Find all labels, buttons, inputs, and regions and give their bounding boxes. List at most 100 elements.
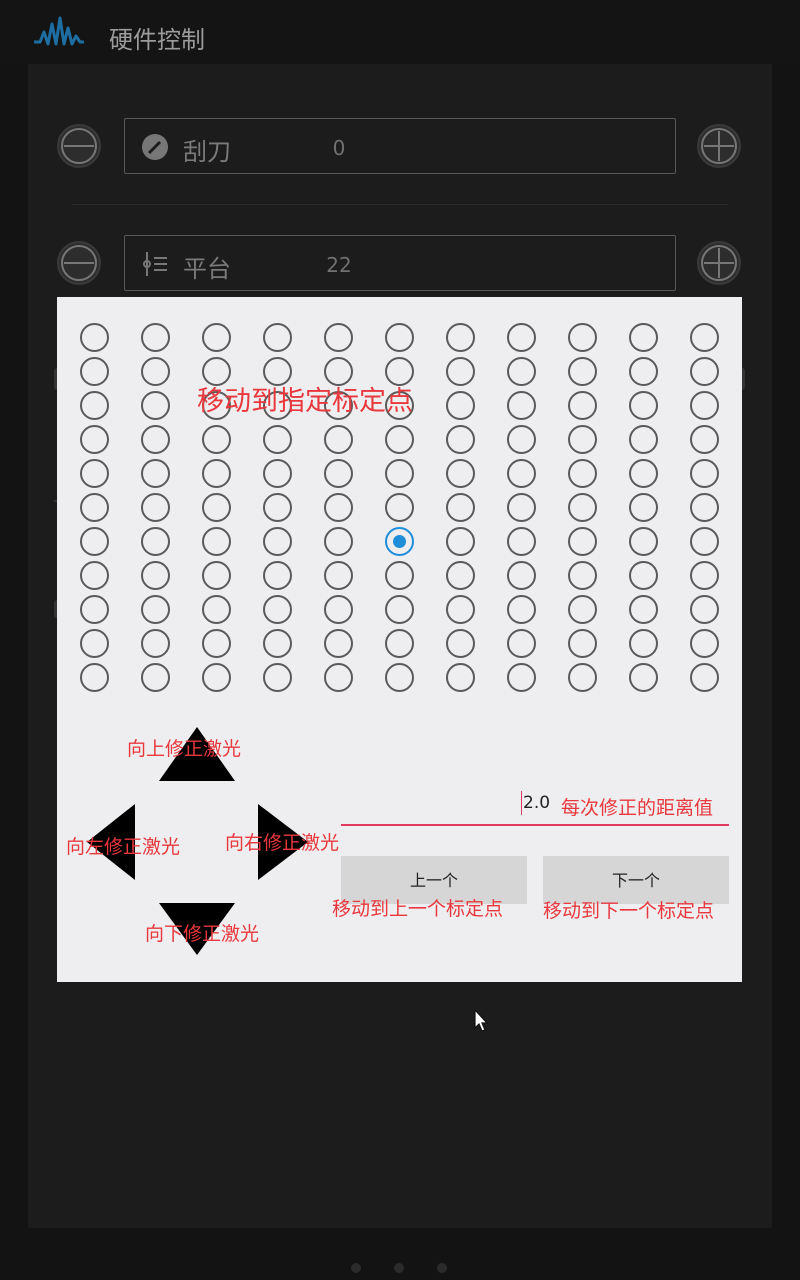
calibration-point-radio[interactable] xyxy=(80,493,109,522)
calibration-point-radio[interactable] xyxy=(80,527,109,556)
calibration-point-radio[interactable] xyxy=(629,595,658,624)
calibration-point-radio[interactable] xyxy=(385,663,414,692)
calibration-point-radio[interactable] xyxy=(202,561,231,590)
calibration-point-radio[interactable] xyxy=(202,493,231,522)
calibration-point-radio[interactable] xyxy=(80,629,109,658)
calibration-point-radio[interactable] xyxy=(263,527,292,556)
calibration-point-radio[interactable] xyxy=(324,527,353,556)
calibration-point-radio[interactable] xyxy=(385,493,414,522)
calibration-point-radio[interactable] xyxy=(202,425,231,454)
calibration-point-radio[interactable] xyxy=(507,629,536,658)
calibration-point-radio[interactable] xyxy=(263,629,292,658)
calibration-point-radio[interactable] xyxy=(202,527,231,556)
calibration-point-radio[interactable] xyxy=(263,595,292,624)
calibration-point-radio[interactable] xyxy=(385,323,414,352)
calibration-point-radio[interactable] xyxy=(629,391,658,420)
calibration-point-radio[interactable] xyxy=(80,391,109,420)
calibration-point-radio[interactable] xyxy=(568,425,597,454)
calibration-point-radio[interactable] xyxy=(202,323,231,352)
calibration-point-radio[interactable] xyxy=(141,323,170,352)
calibration-point-radio[interactable] xyxy=(690,425,719,454)
calibration-point-radio[interactable] xyxy=(385,425,414,454)
increase-platform-button[interactable] xyxy=(697,241,741,285)
calibration-point-radio[interactable] xyxy=(446,357,475,386)
calibration-point-radio[interactable] xyxy=(568,629,597,658)
calibration-point-radio[interactable] xyxy=(385,459,414,488)
calibration-point-radio[interactable] xyxy=(385,527,414,556)
calibration-point-radio[interactable] xyxy=(263,323,292,352)
calibration-point-radio[interactable] xyxy=(141,561,170,590)
calibration-point-radio[interactable] xyxy=(507,527,536,556)
calibration-point-radio[interactable] xyxy=(629,425,658,454)
calibration-point-radio[interactable] xyxy=(263,493,292,522)
calibration-point-radio[interactable] xyxy=(80,425,109,454)
calibration-point-radio[interactable] xyxy=(568,323,597,352)
calibration-point-radio[interactable] xyxy=(629,323,658,352)
calibration-point-radio[interactable] xyxy=(80,561,109,590)
calibration-point-radio[interactable] xyxy=(202,629,231,658)
calibration-point-radio[interactable] xyxy=(690,493,719,522)
calibration-point-radio[interactable] xyxy=(263,459,292,488)
calibration-point-radio[interactable] xyxy=(141,629,170,658)
calibration-point-radio[interactable] xyxy=(446,561,475,590)
calibration-point-radio[interactable] xyxy=(385,595,414,624)
calibration-point-radio[interactable] xyxy=(80,595,109,624)
calibration-point-radio[interactable] xyxy=(324,595,353,624)
calibration-point-radio[interactable] xyxy=(446,459,475,488)
calibration-point-radio[interactable] xyxy=(690,561,719,590)
increase-scraper-button[interactable] xyxy=(697,124,741,168)
calibration-point-radio[interactable] xyxy=(690,629,719,658)
calibration-point-radio[interactable] xyxy=(629,493,658,522)
calibration-point-radio[interactable] xyxy=(568,595,597,624)
calibration-point-radio[interactable] xyxy=(507,663,536,692)
calibration-point-radio[interactable] xyxy=(446,663,475,692)
calibration-point-radio[interactable] xyxy=(690,527,719,556)
calibration-point-radio[interactable] xyxy=(568,561,597,590)
calibration-point-radio[interactable] xyxy=(446,391,475,420)
calibration-point-radio[interactable] xyxy=(690,323,719,352)
calibration-point-radio[interactable] xyxy=(629,561,658,590)
calibration-point-radio[interactable] xyxy=(690,595,719,624)
calibration-point-radio[interactable] xyxy=(446,527,475,556)
calibration-point-radio[interactable] xyxy=(446,493,475,522)
calibration-point-radio[interactable] xyxy=(507,595,536,624)
calibration-point-radio[interactable] xyxy=(568,663,597,692)
calibration-point-radio[interactable] xyxy=(568,391,597,420)
calibration-point-radio[interactable] xyxy=(385,561,414,590)
calibration-point-radio[interactable] xyxy=(263,663,292,692)
calibration-point-radio[interactable] xyxy=(385,629,414,658)
calibration-point-radio[interactable] xyxy=(324,459,353,488)
calibration-point-radio[interactable] xyxy=(568,493,597,522)
calibration-point-radio[interactable] xyxy=(446,323,475,352)
calibration-point-radio[interactable] xyxy=(568,357,597,386)
calibration-point-radio[interactable] xyxy=(507,561,536,590)
calibration-point-radio[interactable] xyxy=(629,663,658,692)
calibration-point-radio[interactable] xyxy=(507,425,536,454)
calibration-point-radio[interactable] xyxy=(324,493,353,522)
calibration-point-radio[interactable] xyxy=(80,663,109,692)
calibration-point-radio[interactable] xyxy=(324,561,353,590)
calibration-point-radio[interactable] xyxy=(629,527,658,556)
calibration-point-radio[interactable] xyxy=(141,595,170,624)
calibration-point-radio[interactable] xyxy=(324,425,353,454)
calibration-point-radio[interactable] xyxy=(80,357,109,386)
calibration-point-radio[interactable] xyxy=(324,323,353,352)
calibration-point-radio[interactable] xyxy=(446,629,475,658)
calibration-point-radio[interactable] xyxy=(141,493,170,522)
calibration-point-radio[interactable] xyxy=(141,663,170,692)
calibration-point-radio[interactable] xyxy=(568,459,597,488)
calibration-point-radio[interactable] xyxy=(263,425,292,454)
calibration-point-radio[interactable] xyxy=(263,561,292,590)
calibration-point-radio[interactable] xyxy=(202,663,231,692)
calibration-point-radio[interactable] xyxy=(80,459,109,488)
calibration-point-radio[interactable] xyxy=(446,595,475,624)
calibration-point-radio[interactable] xyxy=(690,357,719,386)
scraper-field[interactable]: 刮刀 0 xyxy=(124,118,676,174)
calibration-point-radio[interactable] xyxy=(141,459,170,488)
calibration-point-radio[interactable] xyxy=(141,425,170,454)
calibration-point-radio[interactable] xyxy=(629,357,658,386)
calibration-point-radio[interactable] xyxy=(690,391,719,420)
calibration-point-radio[interactable] xyxy=(324,663,353,692)
calibration-point-radio[interactable] xyxy=(629,459,658,488)
calibration-point-radio[interactable] xyxy=(141,527,170,556)
